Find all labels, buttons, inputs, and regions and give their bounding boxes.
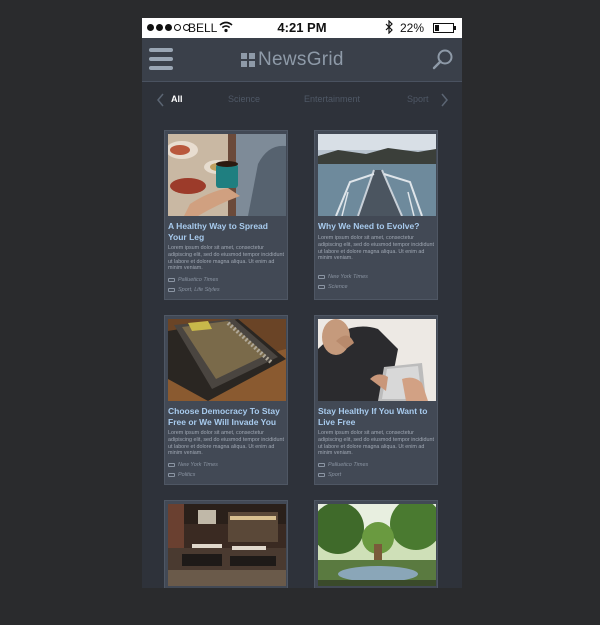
article-card[interactable]: Choose Democracy To Stay Free or We Will… (164, 315, 288, 485)
article-thumbnail-notebook (168, 319, 286, 401)
article-card[interactable] (164, 500, 288, 588)
link-icon (168, 463, 175, 467)
article-tags: Science (318, 284, 348, 290)
article-excerpt: Lorem ipsum dolor sit amet, consectetur … (168, 430, 284, 457)
status-bar: BELL 4:21 PM 22% (142, 18, 462, 38)
tag-icon (168, 473, 175, 477)
app-title: NewsGrid (258, 49, 344, 70)
article-excerpt: Lorem ipsum dolor sit amet, consectetur … (168, 245, 284, 272)
article-source-label: Palluetico Times (178, 277, 219, 283)
article-card[interactable]: Stay Healthy If You Want to Live Free Lo… (314, 315, 438, 485)
tag-icon (318, 473, 325, 477)
article-thumbnail-coffee (168, 134, 286, 216)
article-tags-label: Science (328, 284, 348, 290)
article-thumbnail-pier (318, 134, 436, 216)
tab-sport[interactable]: Sport (407, 94, 429, 104)
article-tags: Politics (168, 472, 195, 478)
article-card[interactable]: A Healthy Way to Spread Your Leg Lorem i… (164, 130, 288, 300)
grid-logo-icon (241, 53, 255, 67)
article-source-label: New York Times (328, 274, 368, 280)
article-title[interactable]: Why We Need to Evolve? (318, 221, 438, 232)
battery-icon (433, 23, 456, 33)
article-thumbnail-restaurant (168, 504, 286, 586)
tab-all[interactable]: All (171, 94, 183, 104)
article-source: Palluetico Times (168, 277, 218, 283)
link-icon (168, 278, 175, 282)
article-title[interactable]: Stay Healthy If You Want to Live Free (318, 406, 438, 428)
tag-icon (318, 285, 325, 289)
article-source: Palluetico Times (318, 462, 368, 468)
article-title[interactable]: Choose Democracy To Stay Free or We Will… (168, 406, 288, 428)
article-tags-label: Sport, Life Styles (178, 287, 220, 293)
link-icon (318, 275, 325, 279)
hamburger-menu-icon[interactable] (149, 47, 173, 71)
battery-percent: 22% (400, 21, 425, 35)
tab-entertainment[interactable]: Entertainment (304, 94, 360, 104)
search-icon[interactable] (432, 48, 454, 70)
article-excerpt: Lorem ipsum dolor sit amet, consectetur … (318, 235, 434, 262)
article-thumbnail-park (318, 504, 436, 586)
article-thumbnail-tablet (318, 319, 436, 401)
article-tags-label: Sport (328, 472, 342, 478)
article-tags-label: Politics (178, 472, 196, 478)
app-logo: NewsGrid (241, 49, 344, 71)
article-source-label: Palluetico Times (328, 462, 369, 468)
chevron-right-icon[interactable] (439, 93, 449, 107)
link-icon (318, 463, 325, 467)
chevron-left-icon[interactable] (156, 93, 166, 107)
article-tags: Sport, Life Styles (168, 287, 220, 293)
article-tags: Sport (318, 472, 341, 478)
tag-icon (168, 288, 175, 292)
article-excerpt: Lorem ipsum dolor sit amet, consectetur … (318, 430, 434, 457)
article-card[interactable]: Why We Need to Evolve? Lorem ipsum dolor… (314, 130, 438, 300)
article-source: New York Times (168, 462, 218, 468)
app-header: NewsGrid (142, 38, 462, 82)
tab-science[interactable]: Science (228, 94, 260, 104)
article-card[interactable] (314, 500, 438, 588)
category-tabs: All Science Entertainment Sport (142, 83, 462, 119)
phone-screen: BELL 4:21 PM 22% NewsGrid All Science En… (142, 18, 462, 588)
article-title[interactable]: A Healthy Way to Spread Your Leg (168, 221, 288, 243)
article-source: New York Times (318, 274, 368, 280)
article-source-label: New York Times (178, 462, 218, 468)
bluetooth-icon (385, 19, 394, 37)
